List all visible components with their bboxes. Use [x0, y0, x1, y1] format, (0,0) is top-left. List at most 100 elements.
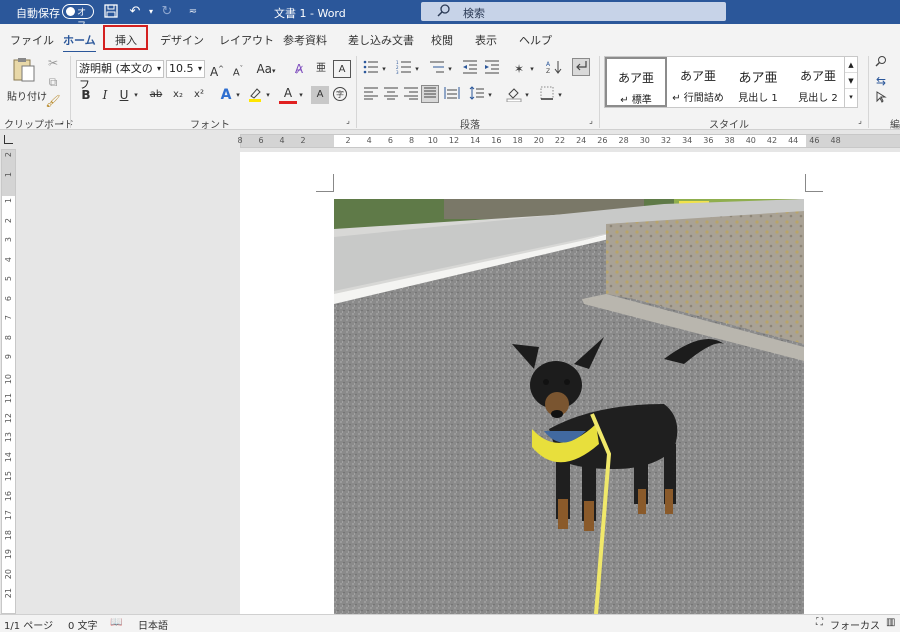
tab-design[interactable]: デザイン [160, 32, 204, 48]
font-color-button[interactable]: A [279, 86, 297, 104]
clear-formatting-icon[interactable]: A̷ [290, 60, 308, 78]
tab-home[interactable]: ホーム [63, 32, 96, 54]
font-size-combo[interactable]: 10.5 ▾ [166, 60, 205, 78]
highlight-dropdown-icon[interactable]: ▾ [263, 86, 273, 104]
horizontal-ruler[interactable]: 8 6 4 2 2 4 6 8 10 12 14 16 18 20 22 24 26 28 30 32 34 36 38 40… [237, 134, 900, 148]
proofing-icon[interactable]: 📖 [110, 617, 122, 628]
word-count[interactable]: 0 文字 [68, 617, 98, 632]
styles-group-label: スタイル [709, 120, 749, 131]
change-case-button[interactable]: Aa▾ [254, 60, 278, 78]
format-painter-icon[interactable]: 🖌 [44, 92, 62, 110]
distributed-icon[interactable] [443, 86, 461, 104]
bold-button[interactable]: B [77, 86, 95, 104]
focus-label[interactable]: フォーカス [830, 617, 880, 632]
styles-launcher-icon[interactable]: ⌟ [855, 116, 865, 126]
tab-file[interactable]: ファイル [10, 32, 54, 48]
sort-icon[interactable]: AZ [545, 60, 563, 78]
superscript-button[interactable]: x² [190, 86, 208, 104]
character-border-icon[interactable]: A [333, 60, 351, 78]
copy-icon[interactable]: ⧉ [44, 73, 62, 91]
dog-photo[interactable] [334, 199, 804, 614]
bullets-icon[interactable] [362, 60, 380, 78]
text-effects-dropdown-icon[interactable]: ▾ [233, 86, 243, 104]
align-left-icon[interactable] [362, 86, 380, 104]
line-spacing-icon[interactable] [468, 86, 486, 104]
borders-dropdown-icon[interactable]: ▾ [555, 86, 565, 104]
chevron-up-icon[interactable]: ▲ [845, 57, 857, 73]
paste-button[interactable]: 貼り付け [6, 56, 47, 103]
grow-font-icon[interactable]: A^ [208, 60, 226, 79]
show-formatting-icon[interactable] [572, 58, 590, 76]
cut-icon[interactable]: ✂ [44, 54, 62, 72]
style-normal[interactable]: あア亜 ↵ 標準 [605, 57, 667, 107]
ruler-number: 15 [4, 471, 13, 482]
bullets-dropdown-icon[interactable]: ▾ [379, 60, 389, 78]
align-right-icon[interactable] [402, 86, 420, 104]
shading-icon[interactable] [505, 86, 523, 104]
tab-review[interactable]: 校閲 [431, 32, 453, 48]
autosave-toggle[interactable]: オフ [62, 4, 94, 31]
shading-dropdown-icon[interactable]: ▾ [522, 86, 532, 104]
clipboard-launcher-icon[interactable]: ⌟ [57, 116, 67, 126]
shrink-font-icon[interactable]: Aˇ [229, 60, 247, 78]
italic-button[interactable]: I [96, 86, 114, 104]
replace-icon[interactable]: ⇆ [874, 72, 888, 90]
decrease-indent-icon[interactable] [461, 60, 479, 78]
styles-scrollbar[interactable]: ▲ ▼ ▾ [844, 57, 857, 107]
font-launcher-icon[interactable]: ⌟ [343, 116, 353, 126]
focus-icon[interactable]: ⛶ [816, 617, 823, 628]
highlight-color-icon[interactable] [246, 86, 264, 104]
line-spacing-dropdown-icon[interactable]: ▾ [485, 86, 495, 104]
style-heading-2[interactable]: あア亜 見出し 2 [787, 57, 849, 107]
numbering-dropdown-icon[interactable]: ▾ [412, 60, 422, 78]
enclose-characters-icon[interactable]: 字 [331, 86, 349, 104]
read-mode-icon[interactable]: ▥ [886, 617, 895, 628]
select-icon[interactable] [874, 90, 888, 108]
ruler-number: 2 [4, 217, 13, 223]
tab-help[interactable]: ヘルプ [519, 32, 552, 48]
customize-toolbar-icon[interactable]: ≂ [184, 3, 202, 21]
multilevel-list-icon[interactable] [428, 60, 446, 78]
strikethrough-button[interactable]: ab [147, 86, 165, 104]
search-box[interactable]: 検索 [421, 2, 726, 21]
vertical-ruler[interactable]: 2 1 1 2 3 4 5 6 7 8 9 10 11 12 13 14 15 16 17 18 19 20 21 [1, 149, 16, 614]
increase-indent-icon[interactable] [483, 60, 501, 78]
numbering-icon[interactable]: 123 [395, 60, 413, 78]
more-styles-icon[interactable]: ▾ [845, 89, 857, 105]
style-preview: あア亜 [679, 69, 716, 83]
tab-references[interactable]: 参考資料 [283, 32, 327, 48]
ruler-number: 21 [4, 588, 13, 599]
style-no-spacing[interactable]: あア亜 ↵ 行間詰め [667, 57, 729, 107]
align-center-icon[interactable] [382, 86, 400, 104]
font-name-combo[interactable]: 游明朝 (本文のフ ▾ [76, 60, 164, 91]
tab-layout[interactable]: レイアウト [219, 32, 274, 48]
save-icon[interactable] [102, 3, 120, 21]
tab-view[interactable]: 表示 [475, 32, 497, 48]
character-shading-button[interactable]: A [311, 86, 329, 104]
paste-label: 貼り付け [7, 92, 47, 103]
language-indicator[interactable]: 日本語 [138, 617, 168, 632]
phonetic-guide-icon[interactable]: 亜 [312, 60, 330, 78]
page-count[interactable]: 1/1 ページ [4, 617, 53, 632]
style-heading-1[interactable]: あア亜 見出し 1 [727, 57, 789, 107]
asian-layout-icon[interactable]: ✶ [510, 60, 528, 78]
underline-dropdown-icon[interactable]: ▾ [131, 86, 141, 104]
font-color-dropdown-icon[interactable]: ▾ [296, 86, 306, 104]
tab-selector[interactable] [0, 131, 18, 149]
borders-icon[interactable] [538, 86, 556, 104]
paragraph-launcher-icon[interactable]: ⌟ [586, 116, 596, 126]
ruler-number: 4 [4, 256, 13, 262]
ruler-number: 22 [554, 136, 566, 145]
title-bar: 自動保存 オフ ↶ ▾ ↻ ≂ 文書 1 - Word 検索 [0, 0, 900, 31]
separator [599, 56, 600, 128]
find-icon[interactable] [874, 54, 888, 72]
redo-icon[interactable]: ↻ [158, 3, 176, 21]
asian-layout-dropdown-icon[interactable]: ▾ [527, 60, 537, 78]
subscript-button[interactable]: x₂ [169, 86, 187, 104]
justify-icon[interactable] [421, 85, 439, 103]
multilevel-dropdown-icon[interactable]: ▾ [445, 60, 455, 78]
chevron-down-icon[interactable]: ▼ [845, 73, 857, 89]
tab-mailings[interactable]: 差し込み文書 [348, 32, 414, 48]
ruler-number: 17 [4, 510, 13, 521]
ruler-number: 13 [4, 432, 13, 443]
